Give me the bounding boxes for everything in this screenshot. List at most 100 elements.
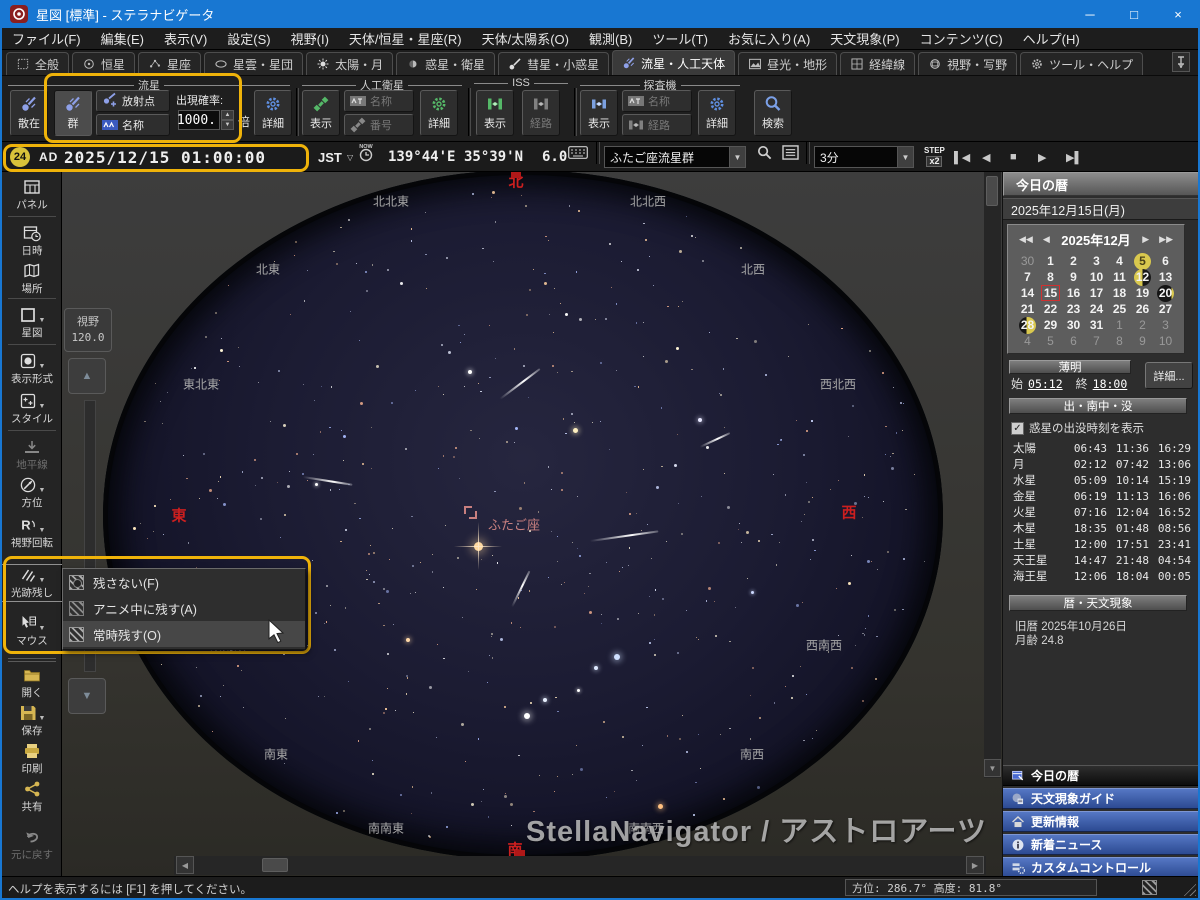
spin-up-icon[interactable]: ▲ bbox=[221, 110, 234, 120]
calendar-day[interactable]: 9 bbox=[1131, 333, 1154, 349]
chevron-down-icon[interactable]: ▼ bbox=[39, 715, 46, 722]
calendar-day[interactable]: 3 bbox=[1154, 317, 1177, 333]
chevron-down-icon[interactable]: ▼ bbox=[897, 147, 913, 167]
scroll-up-button[interactable]: ▲ bbox=[68, 358, 106, 394]
checkbox-checked-icon[interactable]: ✓ bbox=[1011, 422, 1024, 435]
calendar-day[interactable]: 10 bbox=[1154, 333, 1177, 349]
calendar-day[interactable]: 24 bbox=[1085, 301, 1108, 317]
satellite-detail-button[interactable]: 詳細 bbox=[420, 90, 458, 136]
chevron-down-icon[interactable]: ▼ bbox=[39, 487, 46, 494]
sky-view[interactable]: 北北北東北東東北東東東南東南東南南東南南南西南西西南西西西北西北西北北西 ふたご… bbox=[62, 172, 1002, 856]
tab-7[interactable]: 彗星・小惑星 bbox=[498, 52, 609, 75]
sidebar-item-mouse[interactable]: ▼マウス bbox=[2, 614, 62, 648]
magnitude-value[interactable]: 6.0 bbox=[542, 142, 567, 172]
hscroll-right-button[interactable]: ▶ bbox=[966, 856, 984, 874]
object-list-icon[interactable] bbox=[780, 142, 800, 162]
tab-9[interactable]: 昼光・地形 bbox=[738, 52, 837, 75]
menu-item[interactable]: コンテンツ(C) bbox=[910, 29, 1013, 48]
trail-menu-item[interactable]: 残さない(F) bbox=[63, 569, 305, 595]
tab-10[interactable]: 経緯線 bbox=[840, 52, 915, 75]
calendar-day[interactable]: 26 bbox=[1131, 301, 1154, 317]
calendar-day[interactable]: 19 bbox=[1131, 285, 1154, 301]
calendar-day[interactable]: 30 bbox=[1062, 317, 1085, 333]
calendar-day[interactable]: 7 bbox=[1016, 269, 1039, 285]
twilight-begin-time[interactable]: 05:12 bbox=[1028, 377, 1063, 391]
sidebar-item-location[interactable]: 場所 bbox=[2, 262, 62, 296]
calendar-next-year-button[interactable]: ▶▶ bbox=[1154, 234, 1178, 245]
calendar-day[interactable]: 8 bbox=[1108, 333, 1131, 349]
menu-item[interactable]: 天体/恒星・星座(R) bbox=[339, 29, 472, 48]
chevron-down-icon[interactable]: ▼ bbox=[39, 403, 46, 410]
meteor-detail-button[interactable]: 詳細 bbox=[254, 90, 292, 136]
sidebar-item-display[interactable]: ▼表示形式 bbox=[2, 352, 62, 386]
satellite-number-button[interactable]: 番号 bbox=[344, 114, 414, 136]
keyboard-icon[interactable] bbox=[568, 142, 588, 162]
probe-show-button[interactable]: 表示 bbox=[580, 90, 618, 136]
chevron-down-icon[interactable]: ▼ bbox=[39, 625, 46, 632]
menu-item[interactable]: 表示(V) bbox=[154, 29, 217, 48]
calendar-day[interactable]: 16 bbox=[1062, 285, 1085, 301]
chevron-down-icon[interactable]: ▼ bbox=[729, 147, 745, 167]
skip-start-button[interactable]: ▌◀ bbox=[954, 142, 976, 172]
spin-down-icon[interactable]: ▼ bbox=[221, 120, 234, 130]
hscroll-left-button[interactable]: ◀ bbox=[176, 856, 194, 874]
menu-item[interactable]: お気に入り(A) bbox=[718, 29, 820, 48]
meteor-shower-button[interactable]: 群 bbox=[54, 90, 92, 136]
calendar-day[interactable]: 31 bbox=[1085, 317, 1108, 333]
longitude-value[interactable]: 139°44'E bbox=[388, 142, 455, 172]
calendar-day[interactable]: 20 bbox=[1154, 285, 1177, 301]
calendar-day[interactable]: 5 bbox=[1131, 253, 1154, 269]
map-vscrollbar[interactable]: ▼ bbox=[984, 172, 1001, 778]
calendar-day[interactable]: 13 bbox=[1154, 269, 1177, 285]
sidebar-item-share[interactable]: 共有 bbox=[2, 780, 62, 814]
calendar-day[interactable]: 5 bbox=[1039, 333, 1062, 349]
menu-item[interactable]: 天体/太陽系(O) bbox=[472, 29, 579, 48]
calendar-day[interactable]: 7 bbox=[1085, 333, 1108, 349]
calendar-day[interactable]: 2 bbox=[1062, 253, 1085, 269]
tab-6[interactable]: 惑星・衛星 bbox=[396, 52, 495, 75]
calendar-day[interactable]: 18 bbox=[1108, 285, 1131, 301]
calendar-day[interactable]: 22 bbox=[1039, 301, 1062, 317]
tab-12[interactable]: ツール・ヘルプ bbox=[1020, 52, 1143, 75]
calendar-day[interactable]: 4 bbox=[1108, 253, 1131, 269]
sidebar-item-compass[interactable]: ▼方位 bbox=[2, 476, 62, 510]
twilight-end-time[interactable]: 18:00 bbox=[1093, 377, 1128, 391]
tab-2[interactable]: 恒星 bbox=[72, 52, 135, 75]
sidebar-item-print[interactable]: 印刷 bbox=[2, 742, 62, 776]
calendar-day[interactable]: 14 bbox=[1016, 285, 1039, 301]
menu-item[interactable]: 設定(S) bbox=[217, 29, 280, 48]
close-button[interactable]: × bbox=[1156, 0, 1200, 28]
accordion-custom[interactable]: カスタムコントロール bbox=[1003, 857, 1199, 878]
calendar-prev-month-button[interactable]: ◀ bbox=[1038, 234, 1055, 245]
tab-3[interactable]: 星座 bbox=[138, 52, 201, 75]
sidebar-item-save[interactable]: ▼保存 bbox=[2, 704, 62, 738]
planet-times-checkbox-row[interactable]: ✓ 惑星の出没時刻を表示 bbox=[1011, 420, 1144, 436]
chevron-down-icon[interactable]: ▼ bbox=[39, 317, 46, 324]
probe-detail-button[interactable]: 詳細 bbox=[698, 90, 736, 136]
rate-spinner[interactable]: ▲ ▼ bbox=[221, 110, 234, 130]
fov-indicator[interactable]: 視野 120.0 bbox=[64, 308, 112, 352]
calendar-day[interactable]: 2 bbox=[1131, 317, 1154, 333]
hscroll-thumb[interactable] bbox=[262, 858, 288, 872]
calendar-day[interactable]: 17 bbox=[1085, 285, 1108, 301]
calendar-prev-year-button[interactable]: ◀◀ bbox=[1014, 234, 1038, 245]
menu-item[interactable]: ヘルプ(H) bbox=[1013, 29, 1090, 48]
menu-item[interactable]: 天文現象(P) bbox=[820, 29, 909, 48]
satellite-show-button[interactable]: 表示 bbox=[302, 90, 340, 136]
accordion-guide[interactable]: 天文現象ガイド bbox=[1003, 788, 1199, 809]
now-clock-icon[interactable]: NOW bbox=[356, 142, 376, 162]
tab-8[interactable]: 流星・人工天体 bbox=[612, 50, 735, 75]
menu-item[interactable]: 視野(I) bbox=[281, 29, 339, 48]
calendar-day[interactable]: 1 bbox=[1108, 317, 1131, 333]
star-map[interactable]: 北北北東北東東北東東東南東南東南南東南南南西南西西南西西西北西北西北北西 ふたご… bbox=[62, 172, 1002, 876]
chevron-down-icon[interactable]: ▼ bbox=[39, 527, 46, 534]
chevron-down-icon[interactable]: ▼ bbox=[39, 363, 46, 370]
calendar-day[interactable]: 25 bbox=[1108, 301, 1131, 317]
trail-menu-item[interactable]: アニメ中に残す(A) bbox=[63, 595, 305, 621]
maximize-button[interactable]: □ bbox=[1112, 0, 1156, 28]
calendar-day[interactable]: 11 bbox=[1108, 269, 1131, 285]
step-mode-button[interactable]: STEPx2 bbox=[924, 147, 945, 167]
tab-1[interactable]: 全般 bbox=[6, 52, 69, 75]
calendar-day[interactable]: 29 bbox=[1039, 317, 1062, 333]
calendar-day[interactable]: 1 bbox=[1039, 253, 1062, 269]
